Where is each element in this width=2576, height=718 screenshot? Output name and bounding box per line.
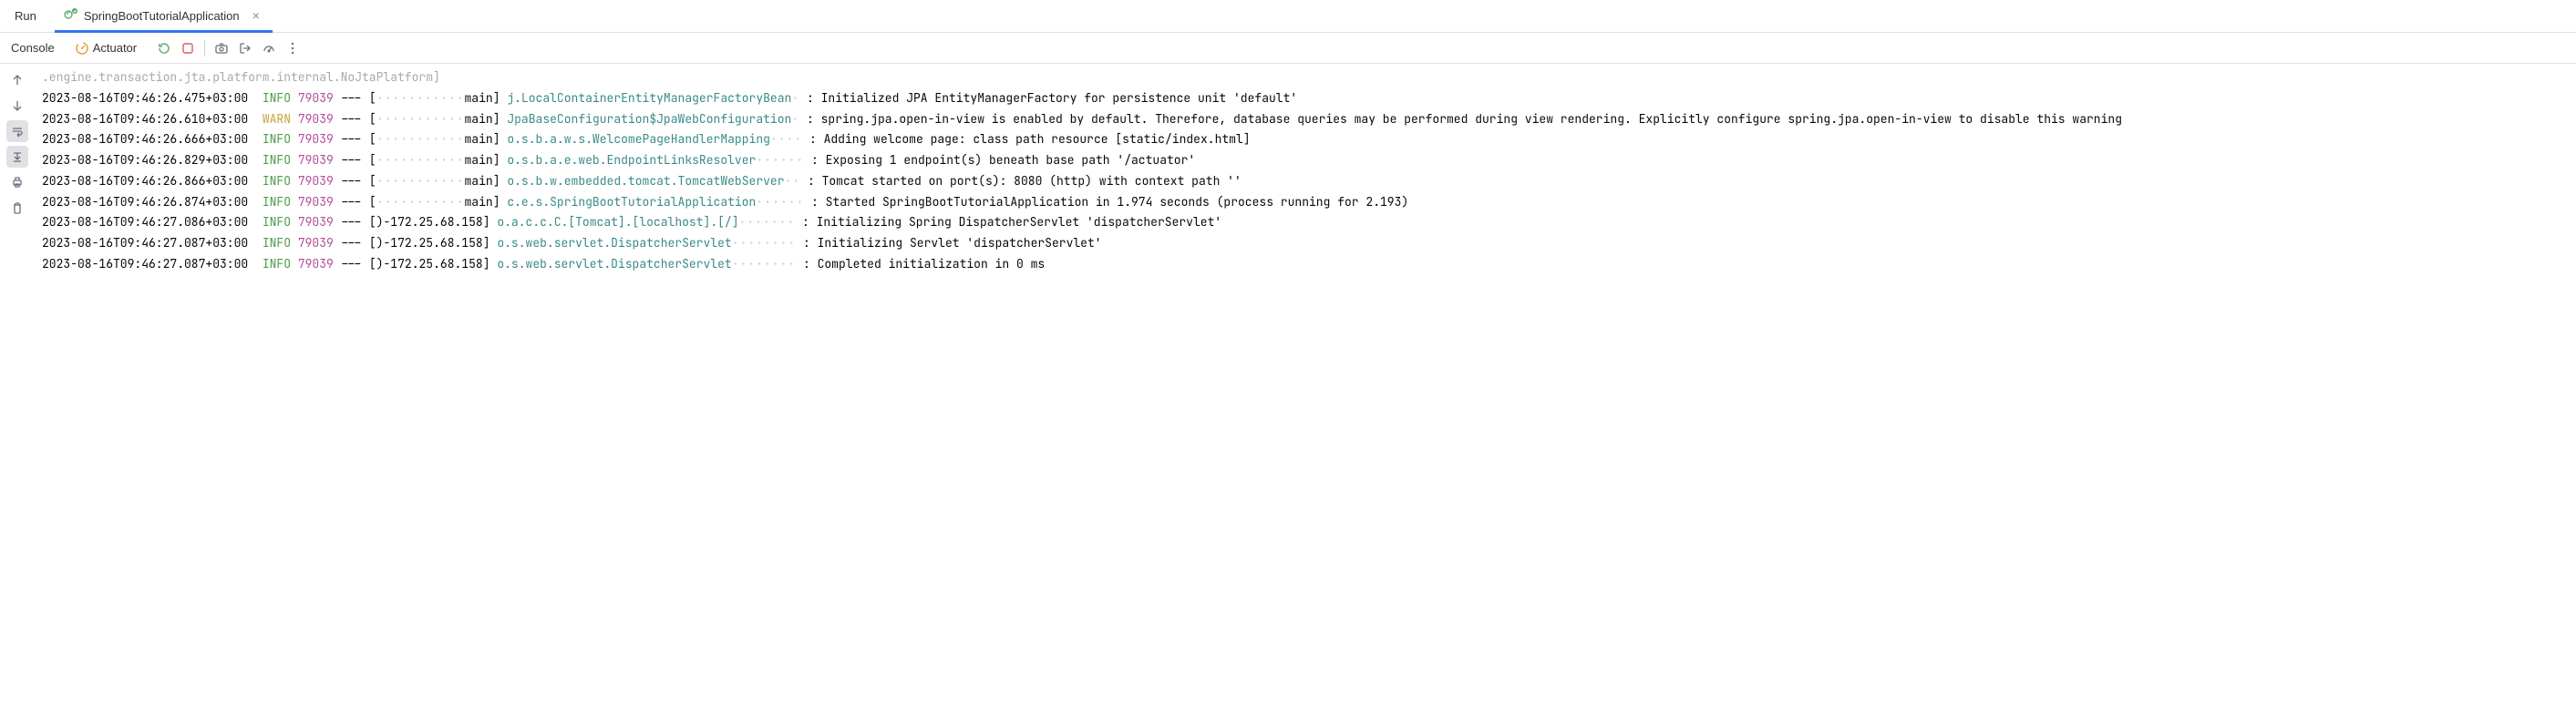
toolbar-icons (153, 37, 304, 59)
log-line: 2023-08-16T09:46:26.866+03:00 INFO 79039… (42, 171, 2569, 192)
gutter (0, 64, 35, 279)
log-line: 2023-08-16T09:46:27.086+03:00 INFO 79039… (42, 212, 2569, 233)
log-line: 2023-08-16T09:46:27.087+03:00 INFO 79039… (42, 254, 2569, 275)
exit-icon[interactable] (234, 37, 256, 59)
actuator-icon (75, 41, 89, 56)
actuator-label: Actuator (93, 41, 137, 55)
run-tool-label: Run (0, 0, 51, 32)
header: Run SpringBootTutorialApplication × (0, 0, 2576, 33)
print-icon[interactable] (6, 171, 28, 193)
log-line: 2023-08-16T09:46:27.087+03:00 INFO 79039… (42, 233, 2569, 254)
toolbar: Console Actuator (0, 33, 2576, 64)
log-line: 2023-08-16T09:46:26.610+03:00 WARN 79039… (42, 109, 2569, 130)
log-line: 2023-08-16T09:46:26.475+03:00 INFO 79039… (42, 88, 2569, 109)
log-line: 2023-08-16T09:46:26.874+03:00 INFO 79039… (42, 192, 2569, 213)
scroll-down-icon[interactable] (6, 95, 28, 117)
console-output[interactable]: .engine.transaction.jta.platform.interna… (35, 64, 2576, 279)
close-tab-icon[interactable]: × (249, 8, 263, 23)
log-line: 2023-08-16T09:46:26.666+03:00 INFO 79039… (42, 129, 2569, 150)
trash-icon[interactable] (6, 197, 28, 219)
toolbar-separator (204, 40, 205, 56)
spring-run-icon (64, 7, 78, 25)
log-line: .engine.transaction.jta.platform.interna… (42, 67, 2569, 88)
actuator-tab[interactable]: Actuator (67, 37, 144, 59)
stop-icon[interactable] (177, 37, 199, 59)
scroll-to-end-icon[interactable] (6, 146, 28, 168)
log-line: 2023-08-16T09:46:26.829+03:00 INFO 79039… (42, 150, 2569, 171)
run-tab[interactable]: SpringBootTutorialApplication × (55, 1, 273, 33)
rerun-icon[interactable] (153, 37, 175, 59)
console-tab[interactable]: Console (11, 41, 66, 55)
run-tab-label: SpringBootTutorialApplication (84, 9, 240, 23)
scroll-up-icon[interactable] (6, 69, 28, 91)
soft-wrap-icon[interactable] (6, 120, 28, 142)
gauge-icon[interactable] (258, 37, 280, 59)
more-icon[interactable] (282, 37, 304, 59)
screenshot-icon[interactable] (211, 37, 232, 59)
